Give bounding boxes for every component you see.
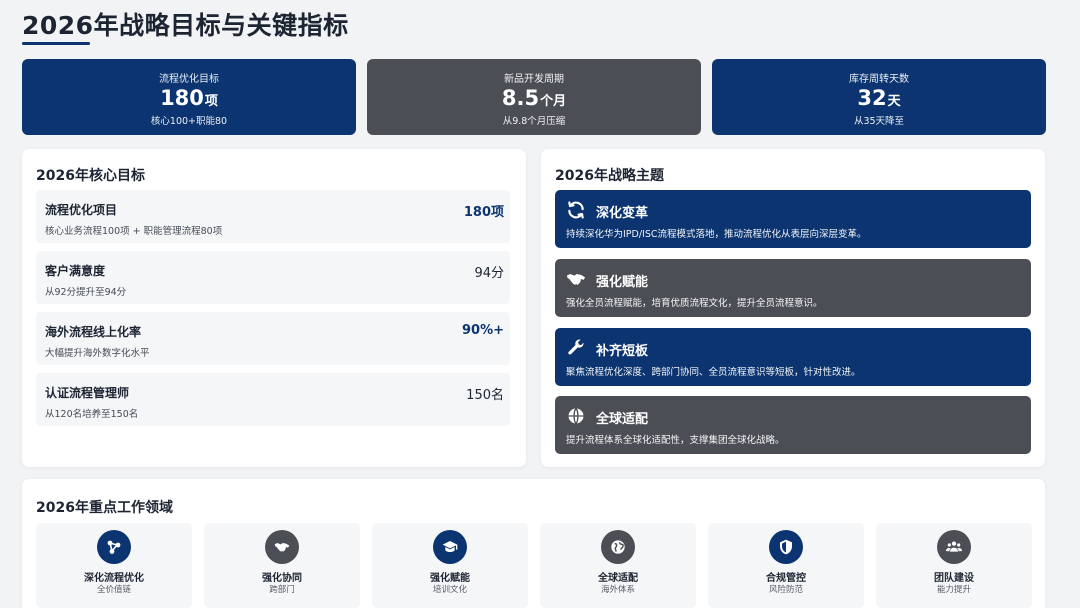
handshake-icon [566,274,586,285]
kpi-label: 流程优化目标 [159,74,219,85]
area-card-process: 深化流程优化 全价值链 [36,523,192,608]
theme-card-deepen-reform: 深化变革 持续深化华为IPD/ISC流程模式落地，推动流程优化从表层向深层变革。 [555,190,1031,248]
kpi-number: 32 [857,86,887,110]
sync-icon [568,201,584,219]
kpi-value: 8.5个月 [367,85,701,115]
kpi-value: 180项 [22,85,356,115]
strategy-themes-title: 2026年战略主题 [555,168,664,184]
core-goals-title: 2026年核心目标 [36,168,145,184]
area-card-compliance: 合规管控 风险防范 [708,523,864,608]
theme-name: 补齐短板 [596,344,649,359]
theme-name: 全球适配 [596,412,649,427]
kpi-unit: 个月 [540,94,567,109]
area-icon-circle [601,530,635,564]
area-card-global: 全球适配 海外体系 [540,523,696,608]
area-sub: 全价值链 [96,585,131,595]
kpi-unit: 天 [887,94,901,109]
kpi-unit: 项 [204,94,218,109]
wrench-icon [568,339,584,355]
area-icon-circle [769,530,803,564]
area-card-empower: 强化赋能 培训文化 [372,523,528,608]
goal-item: 海外流程线上化率 90%+ 大幅提升海外数字化水平 [36,312,510,365]
area-name: 全球适配 [598,573,638,584]
theme-desc: 持续深化华为IPD/ISC流程模式落地，推动流程优化从表层向深层变革。 [566,229,867,240]
area-sub: 风险防范 [768,585,803,595]
area-icon-circle [433,530,467,564]
area-sub: 海外体系 [600,585,635,595]
kpi-card-dev-cycle: 新品开发周期 8.5个月 从9.8个月压缩 [367,59,701,135]
network-icon [107,540,121,554]
goal-desc: 大幅提升海外数字化水平 [45,348,150,359]
goal-name: 海外流程线上化率 [45,325,142,339]
kpi-sub: 核心100+职能80 [150,116,228,127]
area-icon-circle [265,530,299,564]
goal-desc: 从92分提升至94分 [45,287,127,298]
kpi-label: 新品开发周期 [504,74,564,85]
goal-value: 90%+ [461,323,504,338]
theme-card-global-fit: 全球适配 提升流程体系全球化适配性，支撑集团全球化战略。 [555,396,1031,454]
goal-desc: 从120名培养至150名 [45,409,139,420]
area-sub: 培训文化 [432,585,467,595]
title-underline [22,42,90,45]
area-card-team: 团队建设 能力提升 [876,523,1032,608]
goal-value: 180项 [463,205,504,220]
kpi-card-inventory: 库存周转天数 32天 从35天降至 [712,59,1046,135]
area-name: 合规管控 [766,573,806,584]
goal-name: 客户满意度 [45,264,106,278]
focus-areas-title: 2026年重点工作领域 [36,500,173,516]
theme-card-fill-gaps: 补齐短板 聚焦流程优化深度、跨部门协同、全员流程意识等短板，针对性改进。 [555,328,1031,386]
goal-item: 流程优化项目 180项 核心业务流程100项 + 职能管理流程80项 [36,190,510,243]
goal-item: 客户满意度 94分 从92分提升至94分 [36,251,510,304]
kpi-label: 库存周转天数 [849,74,909,85]
core-goals-panel: 2026年核心目标 流程优化项目 180项 核心业务流程100项 + 职能管理流… [22,149,526,467]
globe-icon [568,408,584,424]
kpi-value: 32天 [712,85,1046,115]
theme-desc: 强化全员流程赋能，培育优质流程文化，提升全员流程意识。 [566,298,823,309]
area-sub: 跨部门 [269,585,295,595]
page-title: 2026年战略目标与关键指标 [22,11,349,40]
handshake-icon [274,543,290,552]
area-name: 深化流程优化 [84,573,144,584]
globe-icon [611,540,625,554]
theme-name: 强化赋能 [596,275,649,290]
graduation-cap-icon [442,541,458,552]
theme-desc: 提升流程体系全球化适配性，支撑集团全球化战略。 [566,435,785,446]
kpi-sub: 从9.8个月压缩 [502,116,566,127]
area-name: 强化协同 [262,573,302,584]
shield-icon [780,539,792,555]
theme-name: 深化变革 [596,206,649,221]
kpi-number: 180 [160,86,204,110]
area-icon-circle [97,530,131,564]
goal-value: 150名 [466,388,504,403]
goal-name: 认证流程管理师 [45,386,130,400]
area-card-collab: 强化协同 跨部门 [204,523,360,608]
team-icon [946,541,962,552]
kpi-sub: 从35天降至 [853,116,905,127]
area-icon-circle [937,530,971,564]
goal-name: 流程优化项目 [45,203,118,217]
area-name: 强化赋能 [430,573,470,584]
strategy-themes-panel: 2026年战略主题 深化变革 持续深化华为IPD/ISC流程模式落地，推动流程优… [541,149,1045,467]
area-name: 团队建设 [934,573,974,584]
area-sub: 能力提升 [936,585,971,595]
theme-card-empower: 强化赋能 强化全员流程赋能，培育优质流程文化，提升全员流程意识。 [555,259,1031,317]
goal-value: 94分 [474,266,504,281]
goal-desc: 核心业务流程100项 + 职能管理流程80项 [45,226,223,237]
theme-desc: 聚焦流程优化深度、跨部门协同、全员流程意识等短板，针对性改进。 [566,367,861,378]
goal-item: 认证流程管理师 150名 从120名培养至150名 [36,373,510,426]
kpi-number: 8.5 [501,86,540,110]
kpi-card-process: 流程优化目标 180项 核心100+职能80 [22,59,356,135]
